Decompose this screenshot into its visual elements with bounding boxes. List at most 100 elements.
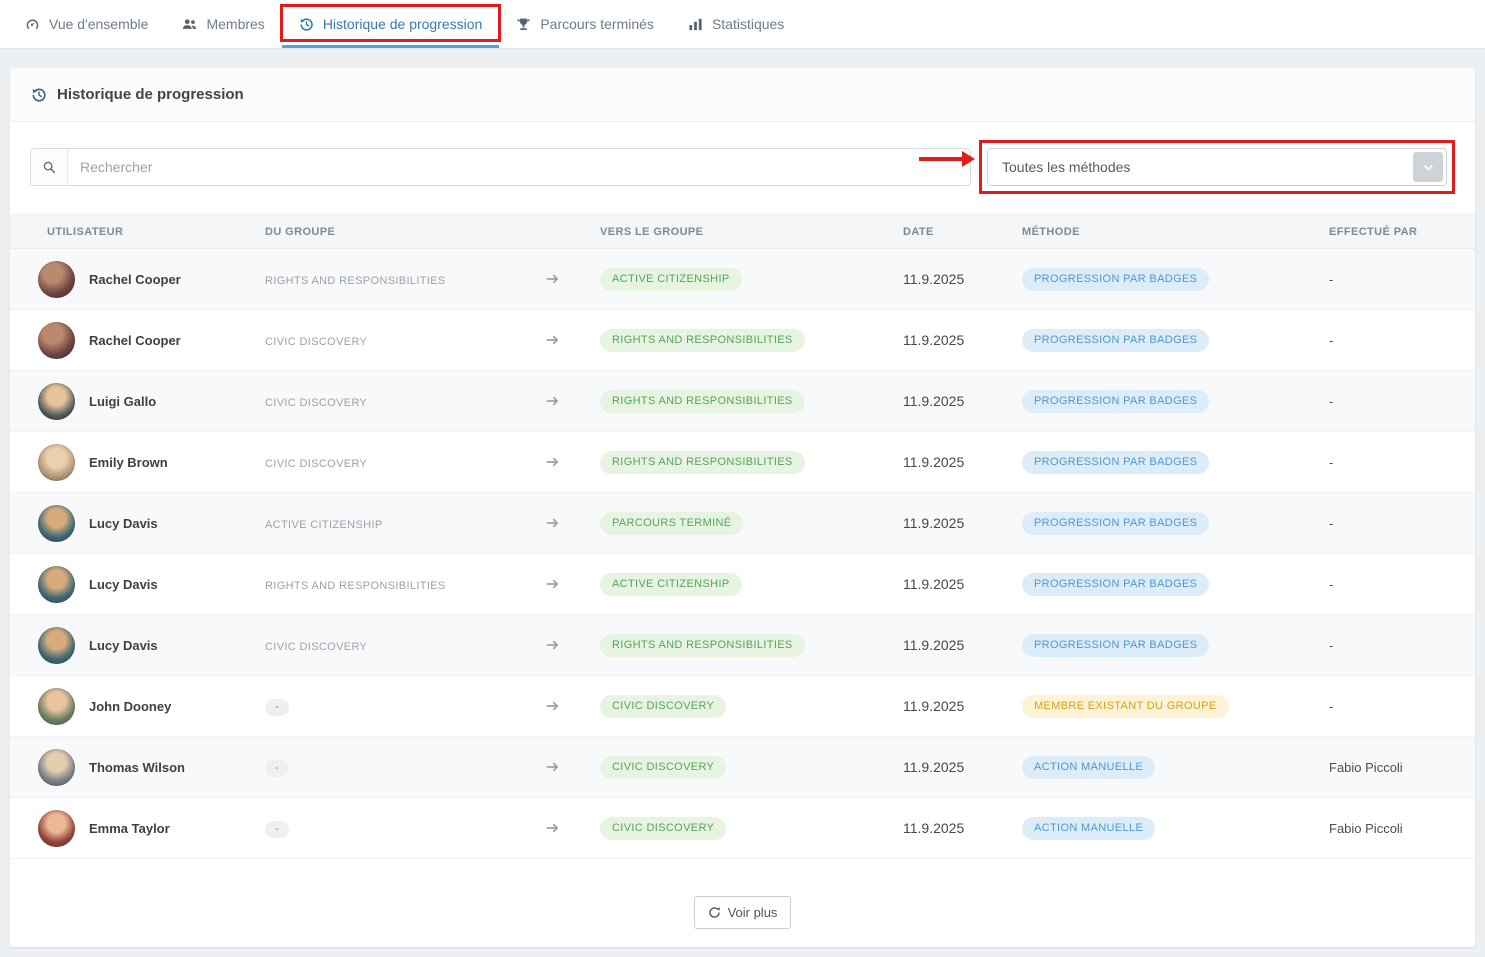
to-group-cell: RIGHTS AND RESPONSIBILITIES bbox=[592, 450, 895, 474]
table-row[interactable]: Lucy Davis CIVIC DISCOVERY RIGHTS AND RE… bbox=[10, 615, 1475, 676]
user-cell: Lucy Davis bbox=[10, 504, 257, 542]
method-badge: PROGRESSION PAR BADGES bbox=[1022, 328, 1210, 352]
performed-by-cell: Fabio Piccoli bbox=[1329, 820, 1403, 836]
table-row[interactable]: Luigi Gallo CIVIC DISCOVERY RIGHTS AND R… bbox=[10, 371, 1475, 432]
table-row[interactable]: Emma Taylor - CIVIC DISCOVERY 11.9.2025 … bbox=[10, 798, 1475, 859]
avatar bbox=[38, 260, 75, 298]
to-group-cell: RIGHTS AND RESPONSIBILITIES bbox=[592, 389, 895, 413]
user-name: Emily Brown bbox=[89, 454, 168, 470]
method-cell: ACTION MANUELLE bbox=[1014, 755, 1321, 779]
from-group-label: CIVIC DISCOVERY bbox=[265, 641, 368, 653]
user-name: Lucy Davis bbox=[89, 637, 158, 653]
arrow-right-icon bbox=[537, 820, 592, 836]
panel-header: Historique de progression bbox=[10, 68, 1475, 122]
arrow-right-icon bbox=[537, 637, 592, 653]
header-utilisateur: UTILISATEUR bbox=[47, 225, 124, 238]
active-tab-underline bbox=[281, 45, 500, 48]
from-group-label: RIGHTS AND RESPONSIBILITIES bbox=[265, 275, 446, 287]
table-row[interactable]: Lucy Davis ACTIVE CITIZENSHIP PARCOURS T… bbox=[10, 493, 1475, 554]
header-methode: MÉTHODE bbox=[1022, 225, 1080, 238]
user-cell: Lucy Davis bbox=[10, 565, 257, 603]
method-badge: PROGRESSION PAR BADGES bbox=[1022, 389, 1210, 413]
tab-historique-de-progression[interactable]: Historique de progression bbox=[279, 0, 502, 48]
date-cell: 11.9.2025 bbox=[903, 332, 965, 348]
from-group-cell: - bbox=[257, 758, 537, 777]
from-group-label: CIVIC DISCOVERY bbox=[265, 336, 368, 348]
method-badge: ACTION MANUELLE bbox=[1022, 816, 1156, 840]
date-cell: 11.9.2025 bbox=[903, 515, 965, 531]
tab-label: Parcours terminés bbox=[540, 16, 654, 32]
users-icon bbox=[182, 17, 197, 32]
method-cell: PROGRESSION PAR BADGES bbox=[1014, 511, 1321, 535]
tab-statistiques[interactable]: Statistiques bbox=[671, 0, 801, 48]
search-input[interactable] bbox=[68, 149, 970, 185]
progress-history-panel: Historique de progression Toutes les mét… bbox=[10, 68, 1475, 947]
avatar bbox=[38, 321, 75, 359]
method-badge: PROGRESSION PAR BADGES bbox=[1022, 267, 1210, 291]
method-badge: MEMBRE EXISTANT DU GROUPE bbox=[1022, 694, 1229, 718]
to-group-badge: RIGHTS AND RESPONSIBILITIES bbox=[600, 633, 805, 657]
history-icon bbox=[299, 17, 314, 32]
annotation-box-method-filter: Toutes les méthodes bbox=[979, 140, 1455, 194]
method-filter-value: Toutes les méthodes bbox=[1002, 159, 1131, 175]
table-row[interactable]: Thomas Wilson - CIVIC DISCOVERY 11.9.202… bbox=[10, 737, 1475, 798]
date-cell: 11.9.2025 bbox=[903, 454, 965, 470]
panel-title: Historique de progression bbox=[57, 86, 244, 103]
arrow-right-icon bbox=[537, 393, 592, 409]
from-group-cell: RIGHTS AND RESPONSIBILITIES bbox=[257, 271, 537, 287]
from-group-empty-badge: - bbox=[265, 820, 289, 838]
history-icon bbox=[31, 87, 47, 103]
user-name: Rachel Cooper bbox=[89, 271, 181, 287]
arrow-right-icon bbox=[537, 332, 592, 348]
arrow-right-icon bbox=[537, 454, 592, 470]
user-cell: Lucy Davis bbox=[10, 626, 257, 664]
table-body: Rachel Cooper RIGHTS AND RESPONSIBILITIE… bbox=[10, 249, 1475, 859]
user-cell: John Dooney bbox=[10, 687, 257, 725]
performed-by-cell: - bbox=[1329, 576, 1334, 592]
to-group-badge: CIVIC DISCOVERY bbox=[600, 755, 727, 779]
user-name: John Dooney bbox=[89, 698, 172, 714]
arrow-right-icon bbox=[537, 515, 592, 531]
table-row[interactable]: Emily Brown CIVIC DISCOVERY RIGHTS AND R… bbox=[10, 432, 1475, 493]
refresh-icon bbox=[708, 907, 720, 918]
table-row[interactable]: Rachel Cooper CIVIC DISCOVERY RIGHTS AND… bbox=[10, 310, 1475, 371]
from-group-cell: CIVIC DISCOVERY bbox=[257, 393, 537, 409]
user-name: Emma Taylor bbox=[89, 820, 170, 836]
method-cell: PROGRESSION PAR BADGES bbox=[1014, 389, 1321, 413]
to-group-badge: CIVIC DISCOVERY bbox=[600, 694, 727, 718]
date-cell: 11.9.2025 bbox=[903, 271, 965, 287]
from-group-label: RIGHTS AND RESPONSIBILITIES bbox=[265, 580, 446, 592]
dashboard-icon bbox=[25, 17, 40, 32]
bar-chart-icon bbox=[688, 17, 703, 32]
avatar bbox=[38, 748, 75, 786]
to-group-cell: ACTIVE CITIZENSHIP bbox=[592, 572, 895, 596]
to-group-badge: RIGHTS AND RESPONSIBILITIES bbox=[600, 389, 805, 413]
tab-membres[interactable]: Membres bbox=[165, 0, 281, 48]
to-group-cell: CIVIC DISCOVERY bbox=[592, 755, 895, 779]
user-cell: Emma Taylor bbox=[10, 809, 257, 847]
tab-label: Membres bbox=[206, 16, 265, 32]
date-cell: 11.9.2025 bbox=[903, 393, 965, 409]
load-more-button[interactable]: Voir plus bbox=[693, 896, 792, 929]
arrow-right-icon bbox=[537, 698, 592, 714]
chevron-down-icon[interactable] bbox=[1413, 152, 1443, 182]
search-group bbox=[30, 148, 971, 186]
table-row[interactable]: Lucy Davis RIGHTS AND RESPONSIBILITIES A… bbox=[10, 554, 1475, 615]
user-name: Rachel Cooper bbox=[89, 332, 181, 348]
method-filter-select[interactable]: Toutes les méthodes bbox=[987, 148, 1447, 186]
arrow-right-icon bbox=[537, 576, 592, 592]
to-group-cell: RIGHTS AND RESPONSIBILITIES bbox=[592, 328, 895, 352]
avatar bbox=[38, 626, 75, 664]
search-icon bbox=[31, 149, 68, 185]
performed-by-cell: - bbox=[1329, 393, 1334, 409]
to-group-cell: RIGHTS AND RESPONSIBILITIES bbox=[592, 633, 895, 657]
table-row[interactable]: Rachel Cooper RIGHTS AND RESPONSIBILITIE… bbox=[10, 249, 1475, 310]
from-group-empty-badge: - bbox=[265, 698, 289, 716]
arrow-right-icon bbox=[537, 271, 592, 287]
date-cell: 11.9.2025 bbox=[903, 759, 965, 775]
method-cell: PROGRESSION PAR BADGES bbox=[1014, 450, 1321, 474]
tab-parcours-termines[interactable]: Parcours terminés bbox=[499, 0, 671, 48]
tab-vue-densemble[interactable]: Vue d'ensemble bbox=[8, 0, 165, 48]
table-row[interactable]: John Dooney - CIVIC DISCOVERY 11.9.2025 … bbox=[10, 676, 1475, 737]
method-cell: PROGRESSION PAR BADGES bbox=[1014, 572, 1321, 596]
